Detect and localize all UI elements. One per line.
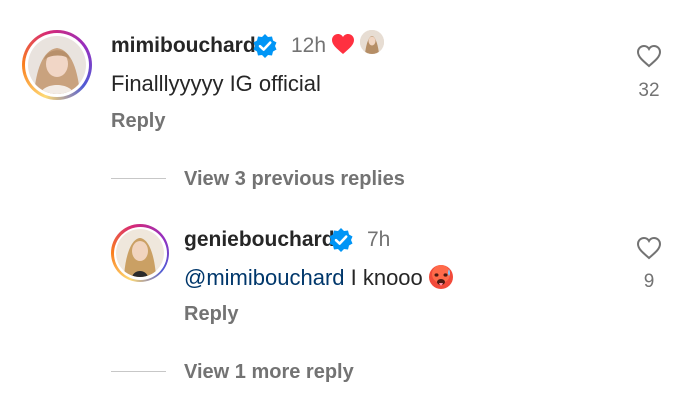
verified-badge-icon	[253, 34, 277, 58]
comment-timestamp: 12h	[291, 34, 327, 57]
reply-username[interactable]: geniebouchard	[184, 228, 335, 252]
avatar-mimibouchard[interactable]	[22, 30, 92, 100]
comment-username[interactable]: mimibouchard	[111, 34, 256, 58]
creator-liked-heart-icon	[332, 34, 354, 54]
replies-divider	[111, 371, 166, 372]
view-previous-replies-button[interactable]: View 3 previous replies	[184, 168, 405, 191]
like-count: 9	[643, 271, 655, 292]
reply-timestamp: 7h	[367, 228, 391, 251]
reply-button[interactable]: Reply	[111, 110, 165, 133]
replies-divider	[111, 178, 166, 179]
mention-link[interactable]: @mimibouchard	[184, 265, 345, 290]
verified-badge-icon	[329, 228, 353, 252]
avatar-geniebouchard[interactable]	[111, 224, 169, 282]
like-heart-icon[interactable]	[636, 236, 662, 260]
avatar-photo	[116, 229, 164, 277]
reply-text: I knooo	[344, 265, 423, 290]
like-heart-icon[interactable]	[636, 44, 662, 68]
comment-text: Finalllyyyyy IG official	[111, 71, 321, 96]
reply-button[interactable]: Reply	[184, 303, 238, 326]
hot-face-emoji-icon	[429, 265, 454, 289]
like-count: 32	[638, 80, 660, 101]
reply-text-line: @mimibouchard I knooo	[184, 264, 454, 291]
creator-avatar-mini	[360, 30, 384, 54]
view-more-replies-button[interactable]: View 1 more reply	[184, 361, 354, 384]
avatar-photo	[28, 36, 86, 94]
